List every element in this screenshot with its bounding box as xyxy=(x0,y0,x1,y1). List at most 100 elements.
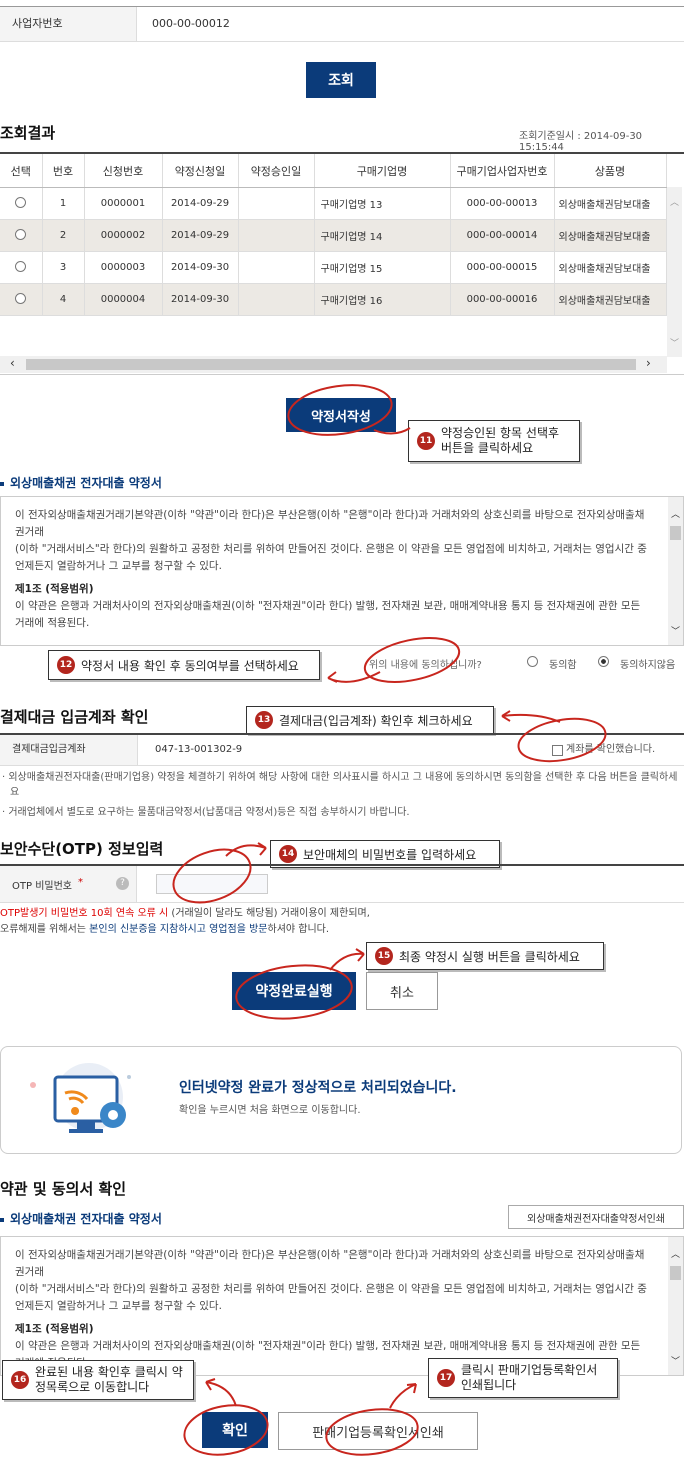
seller-registration-print-button[interactable]: 판매기업등록확인서인쇄 xyxy=(278,1412,478,1450)
agreement-textbox[interactable]: 이 전자외상매출채권거래기본약관(이하 "약관"이라 한다)은 부산은행(이하 … xyxy=(0,496,684,646)
scroll-left-icon[interactable]: ‹ xyxy=(10,356,15,370)
row-product: 외상매출채권담보대출 xyxy=(554,187,667,220)
step-badge: 16 xyxy=(11,1371,29,1389)
otp-label: OTP 비밀번호 xyxy=(12,881,72,892)
agree-question: 위의 내용에 동의하십니까? xyxy=(369,660,482,671)
account-confirm-label[interactable]: 계좌를 확인했습니다. xyxy=(566,735,655,765)
otp-title: 보안수단(OTP) 정보입력 xyxy=(0,840,164,858)
terms-scrollbar[interactable]: ︿ ﹀ xyxy=(668,1237,683,1375)
callout-text: 약정서 내용 확인 후 동의여부를 선택하세요 xyxy=(81,658,299,673)
row-company: 구매기업명 13 xyxy=(314,187,451,220)
scroll-thumb[interactable] xyxy=(670,526,681,540)
callout-text: 완료된 내용 확인후 클릭시 약정목록으로 이동합니다 xyxy=(35,1365,183,1394)
table-row[interactable]: 2 0000002 2014-09-29 구매기업명 14 000-00-000… xyxy=(0,219,667,252)
disagree-label[interactable]: 동의하지않음 xyxy=(620,656,675,671)
note-text: 외상매출채권전자대출(판매기업용) 약정을 체결하기 위하여 해당 사항에 대한… xyxy=(8,772,678,798)
scroll-right-icon[interactable]: › xyxy=(646,356,651,370)
completion-title: 인터넷약정 완료가 정상적으로 처리되었습니다. xyxy=(179,1080,457,1096)
table-row[interactable]: 4 0000004 2014-09-30 구매기업명 16 000-00-000… xyxy=(0,283,667,316)
warn-text: (거래일이 달라도 해당됨) 거래이용이 제한되며, xyxy=(168,908,370,919)
otp-label-cell: OTP 비밀번호 * ? xyxy=(0,866,137,902)
agreement-print-button[interactable]: 외상매출채권전자대출약정서인쇄 xyxy=(508,1205,684,1229)
agree-label[interactable]: 동의함 xyxy=(549,656,577,671)
row-company: 구매기업명 14 xyxy=(314,219,451,252)
row-product: 외상매출채권담보대출 xyxy=(554,219,667,252)
row-approve xyxy=(238,219,315,252)
otp-password-input[interactable] xyxy=(156,874,268,894)
callout-text: 결제대금(입금계좌) 확인후 체크하세요 xyxy=(279,713,473,728)
account-row: 결제대금입금계좌 047-13-001302-9 계좌를 확인했습니다. xyxy=(0,733,684,766)
biz-value: 000-00-00012 xyxy=(152,17,230,30)
scroll-down-icon[interactable]: ﹀ xyxy=(668,624,683,637)
terms-textbox[interactable]: 이 전자외상매출채권거래기본약관(이하 "약관"이라 한다)은 부산은행(이하 … xyxy=(0,1236,684,1376)
scroll-down-icon[interactable]: ﹀ xyxy=(667,336,682,349)
table-vscrollbar[interactable]: ︿ ﹀ xyxy=(667,187,682,357)
agreement-para: 이 전자외상매출채권거래기본약관(이하 "약관"이라 한다)은 부산은행(이하 … xyxy=(15,1249,645,1278)
row-select-radio[interactable] xyxy=(15,196,27,208)
scroll-down-icon[interactable]: ﹀ xyxy=(668,1354,683,1367)
agree-radio[interactable] xyxy=(527,656,538,667)
row-bizno: 000-00-00016 xyxy=(450,283,555,316)
row-date: 2014-09-30 xyxy=(162,251,239,284)
scroll-up-icon[interactable]: ︿ xyxy=(668,507,683,520)
col-header: 신청번호 xyxy=(84,154,163,188)
scroll-up-icon[interactable]: ︿ xyxy=(668,1247,683,1260)
scroll-thumb[interactable] xyxy=(670,1266,681,1280)
row-approve xyxy=(238,187,315,220)
step-badge: 15 xyxy=(375,947,393,965)
warn-text: 오류해제를 위해서는 xyxy=(0,924,90,935)
row-select-radio[interactable] xyxy=(15,260,27,272)
row-date: 2014-09-30 xyxy=(162,283,239,316)
col-header: 약정승인일 xyxy=(238,154,315,188)
completion-subtitle: 확인을 누르시면 처음 화면으로 이동합니다. xyxy=(179,1105,361,1116)
agreement-scrollbar[interactable]: ︿ ﹀ xyxy=(668,497,683,645)
row-no: 1 xyxy=(42,187,85,220)
table-row[interactable]: 1 0000001 2014-09-29 구매기업명 13 000-00-000… xyxy=(0,187,667,220)
terms-subtitle: 외상매출채권 전자대출 약정서 xyxy=(0,1210,162,1227)
results-table-wrap: 선택 번호 신청번호 약정신청일 약정승인일 구매기업명 구매기업사업자번호 상… xyxy=(0,152,684,375)
step-badge: 13 xyxy=(255,711,273,729)
otp-warning: OTP발생기 비밀번호 10회 연속 오류 시 (거래일이 달라도 해당됨) 거… xyxy=(0,906,684,938)
callout-17: 17 클릭시 판매기업등록확인서 인쇄됩니다 xyxy=(428,1358,618,1398)
note-text: 거래업체에서 별도로 요구하는 물품대금약정서(납품대금 약정서)등은 직접 송… xyxy=(8,807,410,818)
callout-16: 16 완료된 내용 확인후 클릭시 약정목록으로 이동합니다 xyxy=(2,1360,194,1400)
col-header: 약정신청일 xyxy=(162,154,239,188)
terms-title: 약관 및 동의서 확인 xyxy=(0,1180,127,1198)
row-no: 2 xyxy=(42,219,85,252)
account-confirm-checkbox[interactable] xyxy=(552,745,563,756)
table-row[interactable]: 3 0000003 2014-09-30 구매기업명 15 000-00-000… xyxy=(0,251,667,284)
help-icon[interactable]: ? xyxy=(116,877,129,890)
results-timestamp: 조회기준일시 : 2014-09-30 15:15:44 xyxy=(519,131,643,153)
row-no: 3 xyxy=(42,251,85,284)
disagree-radio[interactable] xyxy=(598,656,609,667)
search-button[interactable]: 조회 xyxy=(306,62,376,98)
col-header: 구매기업명 xyxy=(314,154,451,188)
callout-13: 13 결제대금(입금계좌) 확인후 체크하세요 xyxy=(246,706,494,734)
scroll-up-icon[interactable]: ︿ xyxy=(667,195,682,208)
row-date: 2014-09-29 xyxy=(162,219,239,252)
biz-row: 사업자번호 000-00-00012 xyxy=(0,6,684,42)
row-app-no: 0000003 xyxy=(84,251,163,284)
cancel-button[interactable]: 취소 xyxy=(366,972,438,1010)
table-hscrollbar[interactable]: ‹ › xyxy=(0,356,667,373)
callout-15: 15 최종 약정시 실행 버튼을 클릭하세요 xyxy=(366,942,604,970)
agreement-title: 외상매출채권 전자대출 약정서 xyxy=(0,474,162,491)
results-title: 조회결과 xyxy=(0,124,56,142)
article-heading: 제1조 (적용범위) xyxy=(15,583,94,595)
row-select-radio[interactable] xyxy=(15,228,27,240)
row-company: 구매기업명 15 xyxy=(314,251,451,284)
row-approve xyxy=(238,251,315,284)
row-product: 외상매출채권담보대출 xyxy=(554,251,667,284)
complete-agreement-button[interactable]: 약정완료실행 xyxy=(232,972,356,1010)
callout-text: 클릭시 판매기업등록확인서 인쇄됩니다 xyxy=(461,1363,598,1392)
row-select-radio[interactable] xyxy=(15,292,27,304)
row-bizno: 000-00-00014 xyxy=(450,219,555,252)
scroll-thumb[interactable] xyxy=(26,359,636,370)
row-date: 2014-09-29 xyxy=(162,187,239,220)
write-agreement-button[interactable]: 약정서작성 xyxy=(286,398,396,432)
account-title: 결제대금 입금계좌 확인 xyxy=(0,708,149,726)
agreement-para: (이하 "거래서비스"라 한다)의 원활하고 공정한 처리를 위하여 만들어진 … xyxy=(15,543,647,572)
warn-red: OTP발생기 비밀번호 10회 연속 오류 시 xyxy=(0,908,169,919)
biz-label: 사업자번호 xyxy=(0,7,137,41)
confirm-button[interactable]: 확인 xyxy=(202,1412,268,1448)
